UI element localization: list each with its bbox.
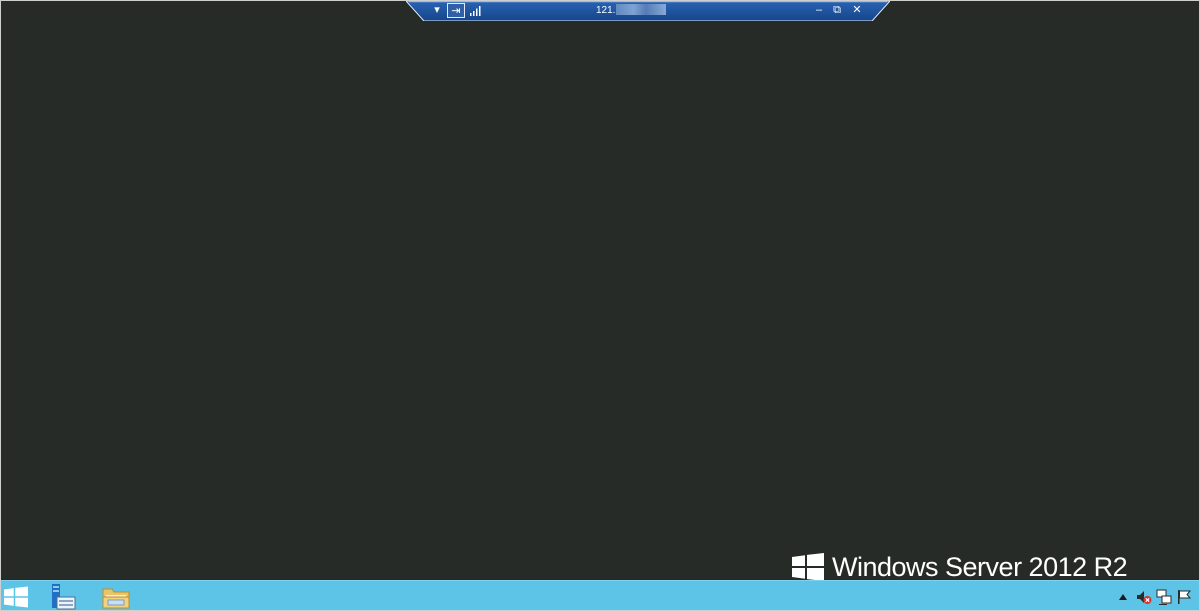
server-manager-button[interactable] [48,583,78,610]
remote-desktop-screen: ▾ ⇥ 121. – ⧉ ✕ Windows Server 2012 R2 [0,0,1200,611]
restore-icon: ⧉ [833,4,841,16]
connection-quality-button[interactable] [468,3,482,18]
speaker-muted-icon [1137,591,1152,604]
windows-logo-icon [4,586,28,608]
remote-connection-bar[interactable]: ▾ ⇥ 121. – ⧉ ✕ [406,1,890,21]
restore-button[interactable]: ⧉ [830,3,844,18]
notification-area [1118,587,1192,607]
minimize-icon: – [815,4,823,16]
file-explorer-button[interactable] [101,583,131,610]
windows-logo-icon [792,553,824,581]
start-button[interactable] [1,583,31,610]
action-center-button[interactable] [1176,589,1192,605]
watermark-text: Windows Server 2012 R2 [832,551,1128,582]
chevron-up-icon [1119,594,1127,600]
connection-title: 121. [596,4,706,18]
redacted-address [616,4,667,15]
connection-menu-button[interactable]: ▾ [430,3,444,18]
dropdown-icon: ▾ [434,4,440,16]
os-watermark: Windows Server 2012 R2 [792,551,1128,582]
pin-bar-button[interactable]: ⇥ [447,3,465,18]
close-icon: ✕ [852,4,862,16]
taskbar [1,580,1199,610]
desktop-background[interactable]: ▾ ⇥ 121. – ⧉ ✕ Windows Server 2012 R2 [1,1,1199,582]
close-button[interactable]: ✕ [850,3,864,18]
pin-icon: ⇥ [451,5,461,17]
host-address: 121. [596,5,616,16]
network-button[interactable] [1156,589,1172,605]
folder-icon [102,588,130,609]
server-manager-icon [52,584,76,610]
show-hidden-icons-button[interactable] [1118,589,1128,605]
volume-button[interactable] [1136,589,1152,605]
minimize-button[interactable]: – [812,3,826,18]
signal-strength-icon [470,6,481,16]
flag-icon [1178,590,1192,604]
network-icon [1156,589,1172,605]
